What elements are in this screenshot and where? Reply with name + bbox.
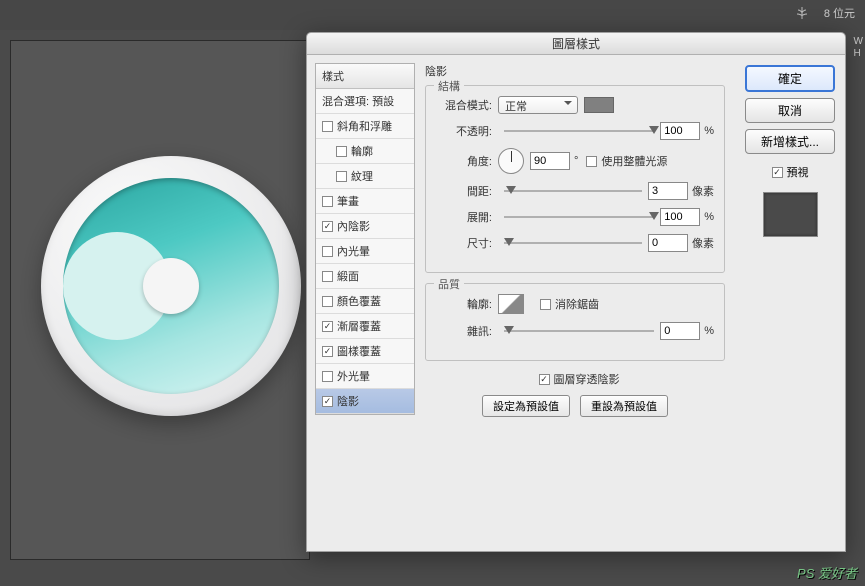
preview-swatch	[763, 192, 818, 237]
style-item-label: 內陰影	[337, 218, 370, 234]
blend-mode-dropdown[interactable]: 正常	[498, 96, 578, 114]
contour-picker[interactable]	[498, 294, 524, 314]
opacity-unit: %	[704, 125, 714, 137]
spread-label: 展開:	[436, 209, 492, 225]
distance-input[interactable]	[648, 182, 688, 200]
noise-label: 雜訊:	[436, 323, 492, 339]
style-item-checkbox[interactable]	[322, 346, 333, 357]
style-list: 樣式 混合選項: 預設 斜角和浮雕輪廓紋理筆畫內陰影內光暈緞面顏色覆蓋漸層覆蓋圖…	[315, 63, 415, 415]
dialog-right-column: 確定 取消 新增樣式... 預視	[745, 65, 835, 237]
noise-unit: %	[704, 325, 714, 337]
style-item-checkbox[interactable]	[322, 196, 333, 207]
size-label: 尺寸:	[436, 235, 492, 251]
style-item-4[interactable]: 內陰影	[316, 214, 414, 239]
style-item-label: 緞面	[337, 268, 359, 284]
ok-button[interactable]: 確定	[745, 65, 835, 92]
style-item-checkbox[interactable]	[322, 221, 333, 232]
opacity-input[interactable]	[660, 122, 700, 140]
quality-fieldset: 品質 輪廓: 消除鋸齒 雜訊: %	[425, 283, 725, 361]
contour-label: 輪廓:	[436, 296, 492, 312]
opacity-label: 不透明:	[436, 123, 492, 139]
distance-unit: 像素	[692, 183, 714, 199]
antialias-checkbox[interactable]: 消除鋸齒	[540, 296, 599, 312]
size-unit: 像素	[692, 235, 714, 251]
noise-input[interactable]	[660, 322, 700, 340]
blending-options-item[interactable]: 混合選項: 預設	[316, 89, 414, 114]
effect-settings: 陰影 結構 混合模式: 正常 不透明: % 角度: ° 使用整體光源	[425, 63, 725, 417]
style-item-3[interactable]: 筆畫	[316, 189, 414, 214]
angle-label: 角度:	[436, 153, 492, 169]
style-item-checkbox[interactable]	[336, 146, 347, 157]
layer-knocks-out-checkbox[interactable]: 圖層穿透陰影	[539, 371, 620, 387]
style-item-label: 圖樣覆蓋	[337, 343, 381, 359]
global-light-checkbox[interactable]: 使用整體光源	[586, 153, 667, 169]
distance-slider[interactable]	[504, 184, 642, 198]
style-item-10[interactable]: 外光暈	[316, 364, 414, 389]
style-item-label: 斜角和浮雕	[337, 118, 392, 134]
style-list-header[interactable]: 樣式	[316, 64, 414, 89]
style-item-6[interactable]: 緞面	[316, 264, 414, 289]
style-item-checkbox[interactable]	[322, 371, 333, 382]
quality-legend: 品質	[434, 276, 464, 292]
artwork-center	[143, 258, 199, 314]
opacity-slider[interactable]	[504, 124, 654, 138]
canvas-area	[10, 40, 310, 560]
spread-slider[interactable]	[504, 210, 654, 224]
angle-dial[interactable]	[498, 148, 524, 174]
style-item-label: 紋理	[351, 168, 373, 184]
size-slider[interactable]	[504, 236, 642, 250]
style-item-1[interactable]: 輪廓	[316, 139, 414, 164]
style-item-checkbox[interactable]	[336, 171, 347, 182]
style-item-11[interactable]: 陰影	[316, 389, 414, 414]
style-item-checkbox[interactable]	[322, 321, 333, 332]
angle-input[interactable]	[530, 152, 570, 170]
cancel-button[interactable]: 取消	[745, 98, 835, 123]
style-item-label: 輪廓	[351, 143, 373, 159]
style-item-checkbox[interactable]	[322, 271, 333, 282]
app-topbar: 8 位元	[0, 0, 865, 30]
new-style-button[interactable]: 新增樣式...	[745, 129, 835, 154]
style-item-label: 內光暈	[337, 243, 370, 259]
shadow-color-swatch[interactable]	[584, 97, 614, 113]
reset-default-button[interactable]: 重設為預設值	[580, 395, 668, 417]
style-item-8[interactable]: 漸層覆蓋	[316, 314, 414, 339]
style-item-label: 顏色覆蓋	[337, 293, 381, 309]
style-item-checkbox[interactable]	[322, 121, 333, 132]
watermark-text: PS 爱好者	[797, 563, 857, 582]
artwork-circle	[41, 156, 301, 416]
spread-unit: %	[704, 211, 714, 223]
layer-style-dialog: 圖層樣式 樣式 混合選項: 預設 斜角和浮雕輪廓紋理筆畫內陰影內光暈緞面顏色覆蓋…	[306, 32, 846, 552]
size-input[interactable]	[648, 234, 688, 252]
artwork-inner	[63, 178, 279, 394]
effect-title: 陰影	[425, 63, 725, 79]
style-item-label: 外光暈	[337, 368, 370, 384]
style-item-checkbox[interactable]	[322, 296, 333, 307]
structure-legend: 結構	[434, 78, 464, 94]
style-item-label: 漸層覆蓋	[337, 318, 381, 334]
make-default-button[interactable]: 設定為預設值	[482, 395, 570, 417]
structure-fieldset: 結構 混合模式: 正常 不透明: % 角度: ° 使用整體光源	[425, 85, 725, 273]
spread-input[interactable]	[660, 208, 700, 226]
bit-depth-indicator: 8 位元	[793, 4, 855, 24]
style-item-9[interactable]: 圖樣覆蓋	[316, 339, 414, 364]
style-item-2[interactable]: 紋理	[316, 164, 414, 189]
distance-label: 間距:	[436, 183, 492, 199]
style-item-7[interactable]: 顏色覆蓋	[316, 289, 414, 314]
preview-checkbox[interactable]: 預視	[745, 164, 835, 180]
style-item-0[interactable]: 斜角和浮雕	[316, 114, 414, 139]
style-item-checkbox[interactable]	[322, 396, 333, 407]
bit-depth-text: 8 位元	[824, 8, 855, 20]
style-item-label: 筆畫	[337, 193, 359, 209]
style-item-5[interactable]: 內光暈	[316, 239, 414, 264]
wh-labels: WH	[854, 36, 863, 60]
dialog-title: 圖層樣式	[307, 33, 845, 55]
noise-slider[interactable]	[504, 324, 654, 338]
style-item-checkbox[interactable]	[322, 246, 333, 257]
style-item-label: 陰影	[337, 393, 359, 409]
angle-degree: °	[574, 155, 578, 167]
blend-mode-label: 混合模式:	[436, 97, 492, 113]
plant-icon	[793, 4, 813, 24]
